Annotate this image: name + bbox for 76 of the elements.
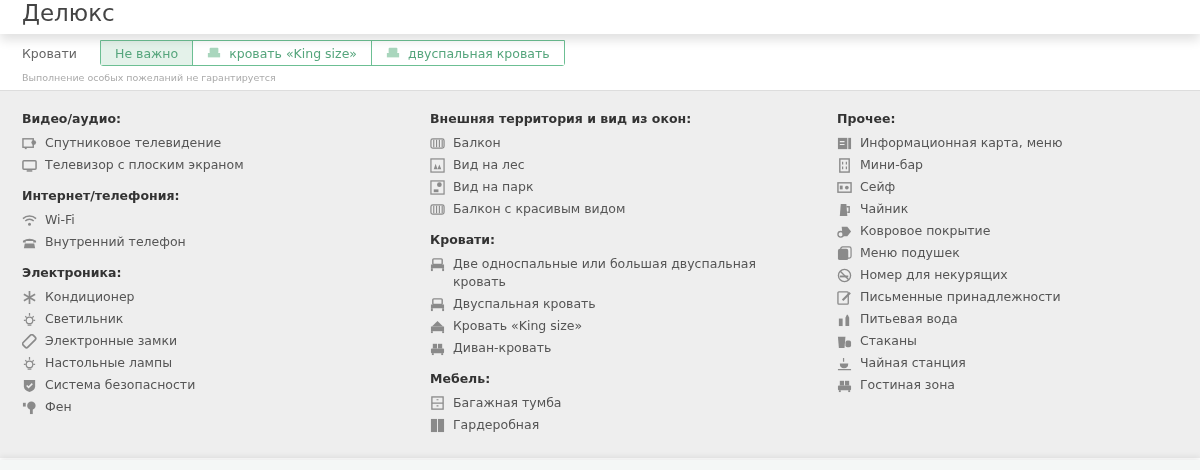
shield-icon	[22, 378, 37, 393]
snowflake-icon	[22, 290, 37, 305]
minibar-icon	[837, 158, 852, 173]
group-heading: Видео/аудио:	[22, 111, 123, 127]
bed-icon	[386, 46, 400, 60]
amenity-label: Телевизор с плоским экраном	[45, 156, 244, 174]
safe-icon	[837, 180, 852, 195]
tea-cup-icon	[837, 356, 852, 371]
balcony-icon	[430, 136, 445, 151]
kettle-icon	[837, 202, 852, 217]
amenity-label: Чайник	[860, 200, 909, 218]
group-heading: Прочее:	[837, 111, 897, 127]
wifi-icon	[22, 213, 37, 228]
hair-dryer-icon	[22, 400, 37, 415]
sofa-icon	[837, 378, 852, 393]
amenity-label: Ковровое покрытие	[860, 222, 991, 240]
cabinet-icon	[430, 396, 445, 411]
amenity-label: Письменные принадлежности	[860, 288, 1061, 306]
group-heading: Электроника:	[22, 265, 123, 281]
amenity-label: Балкон с красивым видом	[453, 200, 626, 218]
tv-icon	[22, 158, 37, 173]
amenity-label: Мини-бар	[860, 156, 924, 174]
amenity-label: Вид на лес	[453, 156, 525, 174]
amenity-label: Спутниковое телевидение	[45, 134, 222, 152]
bottles-icon	[837, 312, 852, 327]
tree-view-icon	[430, 158, 445, 173]
amenity-label: Гостиная зона	[860, 376, 955, 394]
bed-option[interactable]: Не важно	[101, 41, 194, 65]
sofa-icon	[430, 341, 445, 356]
amenity-label: Кровать «King size»	[453, 317, 583, 335]
carpet-icon	[837, 224, 852, 239]
bed-icon	[430, 297, 445, 312]
group-heading: Внешняя территория и вид из окон:	[430, 111, 693, 127]
group-heading: Мебель:	[430, 371, 492, 387]
group-heading: Интернет/телефония:	[22, 188, 181, 204]
pen-and-paper-icon	[837, 290, 852, 305]
amenity-label: Wi-Fi	[45, 211, 75, 229]
amenity-label: Информационная карта, меню	[860, 134, 1063, 152]
amenity-label: Внутренний телефон	[45, 233, 186, 251]
park-view-icon	[430, 180, 445, 195]
amenity-label: Гардеробная	[453, 416, 540, 434]
balcony-icon	[430, 202, 445, 217]
bed-icon	[430, 257, 445, 272]
amenity-label: Светильник	[45, 310, 124, 328]
lamp-icon	[22, 356, 37, 371]
amenity-label: Меню подушек	[860, 244, 960, 262]
menu-card-icon	[837, 136, 852, 151]
amenity-label: Вид на парк	[453, 178, 534, 196]
amenity-label: Питьевая вода	[860, 310, 958, 328]
amenity-label: Электронные замки	[45, 332, 178, 350]
amenity-label: Система безопасности	[45, 376, 196, 394]
amenity-label: Кондиционер	[45, 288, 135, 306]
amenity-label: Двуспальная кровать	[453, 295, 596, 313]
disclaimer-note: Выполнение особых пожеланий не гарантируется	[22, 72, 277, 83]
king-bed-icon	[430, 319, 445, 334]
pillow-icon	[837, 246, 852, 261]
amenity-label: Две односпальные или большая двуспальная кровать	[453, 255, 757, 291]
amenity-label: Настольные лампы	[45, 354, 173, 372]
amenity-label: Стаканы	[860, 332, 917, 350]
key-card-icon	[22, 334, 37, 349]
amenity-label: Чайная станция	[860, 354, 966, 372]
satellite-tv-icon	[22, 136, 37, 151]
amenity-label: Балкон	[453, 134, 501, 152]
cups-icon	[837, 334, 852, 349]
wardrobe-icon	[430, 418, 445, 433]
no-smoking-icon	[837, 268, 852, 283]
room-title: Делюкс	[21, 0, 116, 26]
amenity-label: Сейф	[860, 178, 896, 196]
amenity-label: Диван-кровать	[453, 339, 552, 357]
amenity-label: Фен	[45, 398, 72, 416]
bed-icon	[207, 46, 222, 60]
group-heading: Кровати:	[430, 232, 497, 248]
beds-label: Кровати	[22, 45, 78, 61]
amenity-label: Номер для некурящих	[860, 266, 1008, 284]
amenity-label: Багажная тумба	[453, 394, 562, 412]
lamp-icon	[22, 312, 37, 327]
